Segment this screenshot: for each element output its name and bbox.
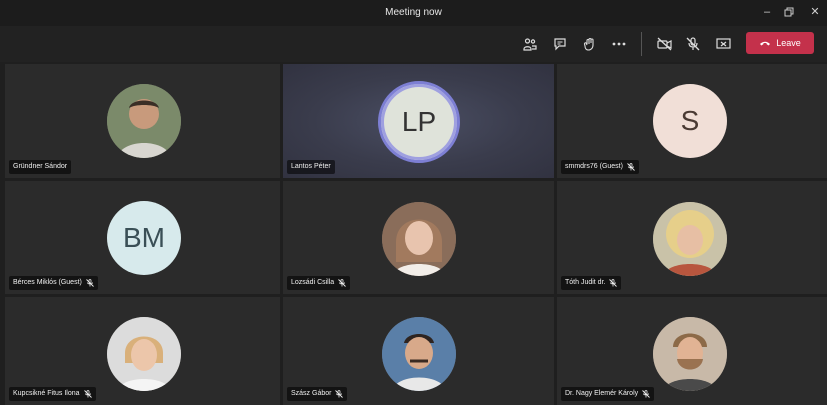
avatar xyxy=(382,317,456,391)
avatar xyxy=(107,317,181,391)
participants-icon[interactable] xyxy=(520,34,540,54)
nameplate: Bérces Miklós (Guest) xyxy=(9,276,98,290)
participant-tile[interactable]: LP Lantos Péter xyxy=(283,64,554,178)
window-title: Meeting now xyxy=(385,7,442,18)
participant-tile[interactable]: Gründner Sándor xyxy=(5,64,280,178)
participant-tile[interactable]: BM Bérces Miklós (Guest) xyxy=(5,181,280,294)
nameplate: smmdrs76 (Guest) xyxy=(561,160,639,174)
leave-label: Leave xyxy=(776,38,801,48)
title-bar: Meeting now – ✕ xyxy=(0,0,827,26)
mic-off-icon xyxy=(338,279,347,287)
nameplate: Lantos Péter xyxy=(287,160,335,174)
mic-off-icon[interactable] xyxy=(683,34,703,54)
mic-off-icon xyxy=(335,390,344,398)
nameplate: Dr. Nagy Elemér Károly xyxy=(561,387,655,401)
avatar xyxy=(653,317,727,391)
avatar: BM xyxy=(107,201,181,275)
minimize-icon[interactable]: – xyxy=(756,4,778,20)
mic-off-icon xyxy=(83,390,92,398)
avatar xyxy=(382,202,456,276)
participant-tile[interactable]: Kupcsikné Fitus Ilona xyxy=(5,297,280,405)
mic-off-icon xyxy=(642,390,650,398)
raise-hand-icon[interactable] xyxy=(580,34,600,54)
nameplate: Szász Gábor xyxy=(287,387,348,401)
restore-icon[interactable] xyxy=(778,4,800,20)
meeting-toolbar: Leave xyxy=(0,26,827,62)
participant-tile[interactable]: S smmdrs76 (Guest) xyxy=(557,64,827,178)
participant-tile[interactable]: Tóth Judit dr. xyxy=(557,181,827,294)
participant-name: Lozsádi Csilla xyxy=(291,279,335,286)
nameplate: Kupcsikné Fitus Ilona xyxy=(9,387,96,401)
mic-off-icon xyxy=(609,279,618,287)
hang-up-icon xyxy=(760,41,771,46)
participant-grid: Gründner Sándor LP Lantos Péter S smmdrs… xyxy=(5,64,827,405)
participant-tile[interactable]: Dr. Nagy Elemér Károly xyxy=(557,297,827,405)
share-icon[interactable] xyxy=(713,34,733,54)
participant-name: Bérces Miklós (Guest) xyxy=(13,279,82,286)
participant-name: smmdrs76 (Guest) xyxy=(565,163,623,170)
avatar: S xyxy=(653,84,727,158)
participant-name: Lantos Péter xyxy=(291,163,331,170)
close-icon[interactable]: ✕ xyxy=(804,4,826,20)
camera-off-icon[interactable] xyxy=(654,34,674,54)
nameplate: Tóth Judit dr. xyxy=(561,276,622,290)
nameplate: Gründner Sándor xyxy=(9,160,72,174)
participant-name: Kupcsikné Fitus Ilona xyxy=(13,390,80,397)
participant-name: Gründner Sándor xyxy=(13,163,68,170)
toolbar-divider xyxy=(641,32,642,56)
avatar xyxy=(653,202,727,276)
mic-off-icon xyxy=(86,279,94,287)
participant-tile[interactable]: Lozsádi Csilla xyxy=(283,181,554,294)
mic-off-icon xyxy=(627,163,635,171)
avatar: LP xyxy=(378,81,460,163)
leave-button[interactable]: Leave xyxy=(746,32,814,54)
chat-icon[interactable] xyxy=(550,34,570,54)
participant-tile[interactable]: Szász Gábor xyxy=(283,297,554,405)
participant-name: Dr. Nagy Elemér Károly xyxy=(565,390,639,397)
participant-name: Tóth Judit dr. xyxy=(565,279,606,286)
nameplate: Lozsádi Csilla xyxy=(287,276,351,290)
more-icon[interactable] xyxy=(609,34,629,54)
participant-name: Szász Gábor xyxy=(291,390,332,397)
avatar xyxy=(107,84,181,158)
